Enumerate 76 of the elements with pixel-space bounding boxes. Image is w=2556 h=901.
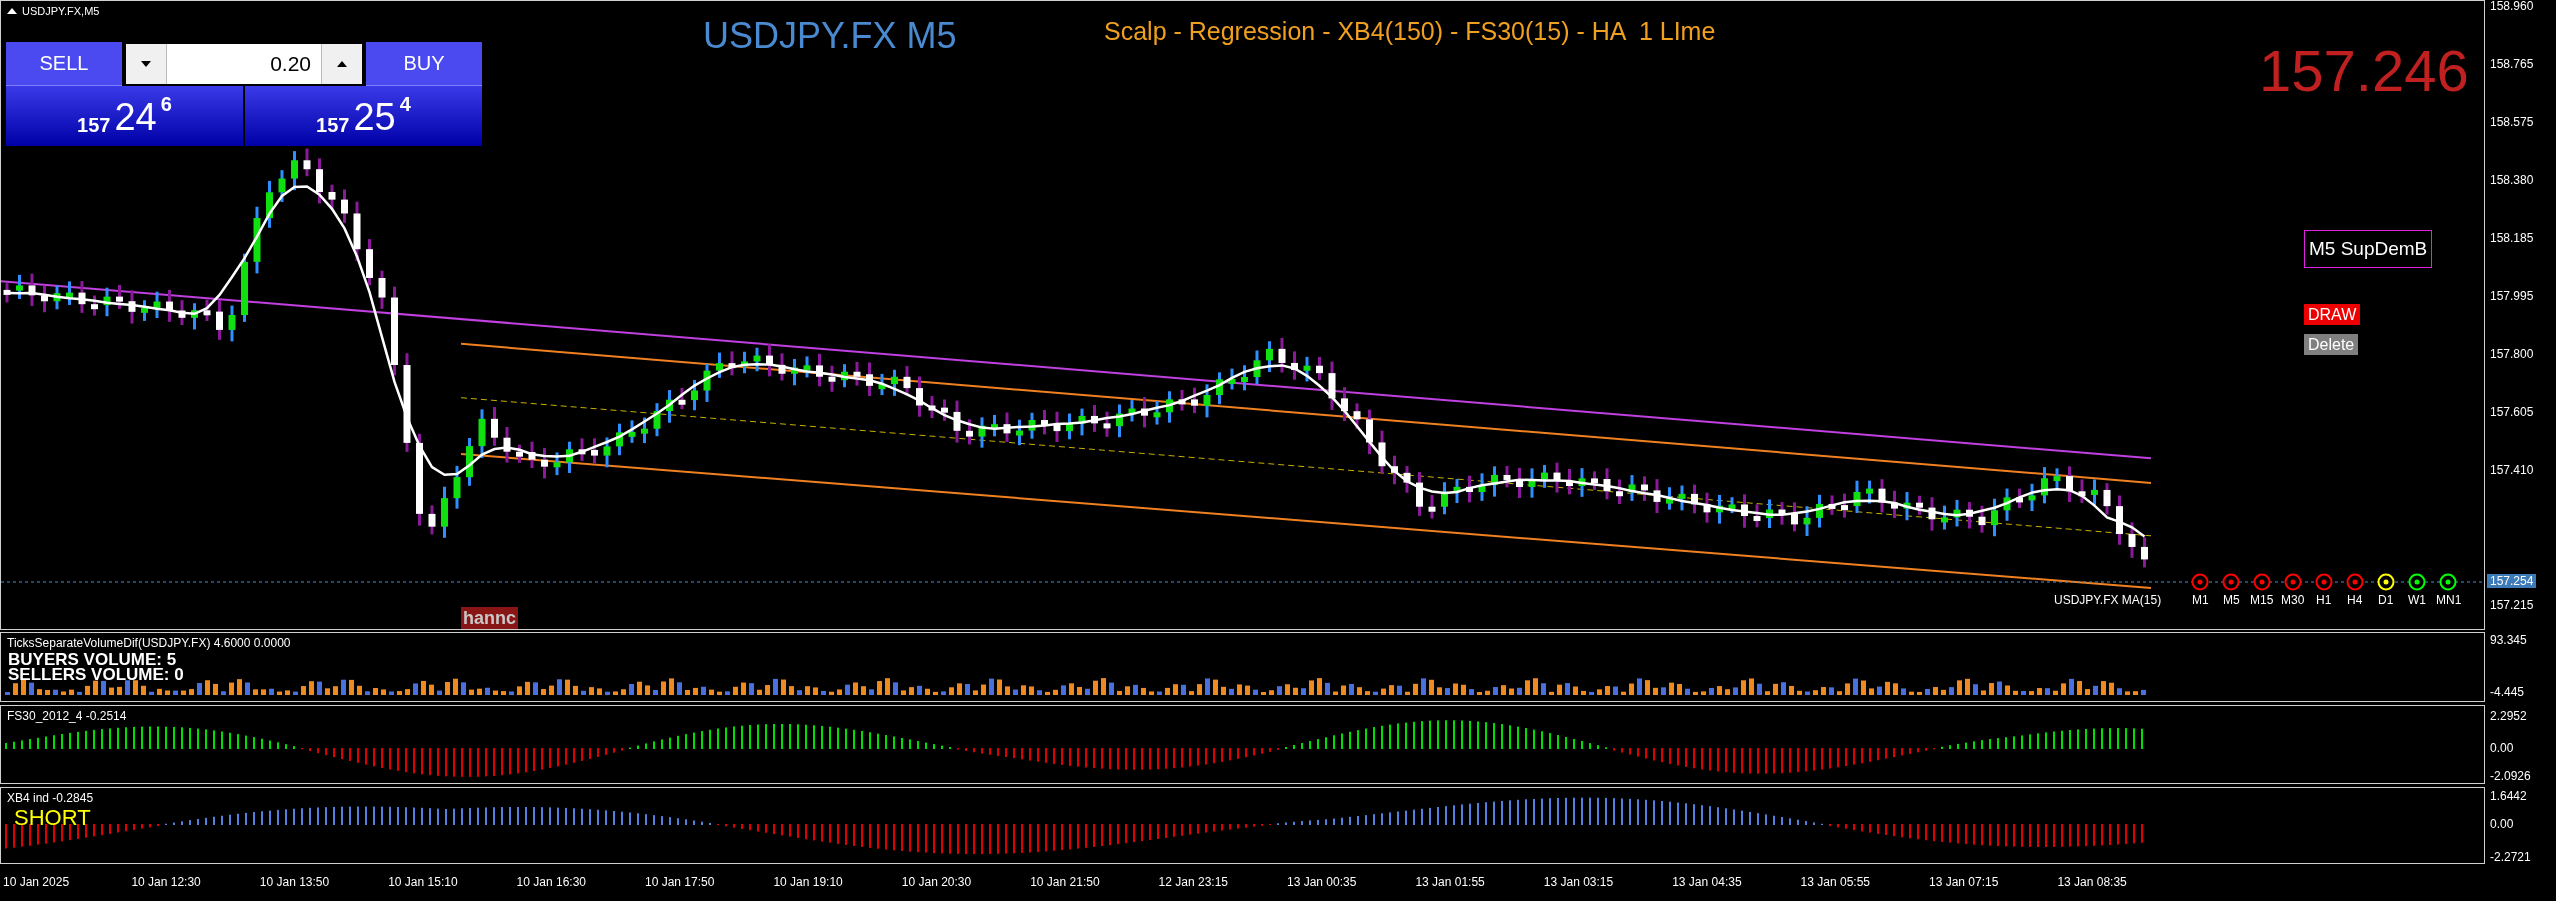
value-label: 0.00	[2490, 817, 2514, 831]
time-label: 10 Jan 21:50	[1030, 875, 1100, 889]
object-button[interactable]: Delete	[2304, 334, 2359, 355]
time-label: 13 Jan 05:55	[1800, 875, 1870, 889]
value-label: -2.2721	[2490, 850, 2531, 864]
price-label: 157.800	[2490, 347, 2534, 361]
symbol-title: USDJPY.FX M5	[703, 15, 957, 57]
price-label: 157.410	[2490, 463, 2534, 477]
time-label: 10 Jan 19:10	[773, 875, 843, 889]
value-label: 0.00	[2490, 741, 2514, 755]
status-indicator-icon	[2191, 573, 2209, 591]
price-label: 158.765	[2490, 57, 2534, 71]
time-label: 12 Jan 23:15	[1158, 875, 1228, 889]
price-label: 158.575	[2490, 115, 2534, 129]
bid-price-button[interactable]: 157 24$^{6}$	[6, 86, 243, 146]
status-indicator-icon	[2222, 573, 2240, 591]
value-label: -2.0926	[2490, 769, 2531, 783]
buy-button[interactable]: BUY	[366, 42, 482, 86]
sellers-volume: SELLERS VOLUME: 0	[8, 667, 184, 683]
time-label: 10 Jan 16:30	[516, 875, 586, 889]
status-indicator-icon	[2315, 573, 2333, 591]
time-label: 10 Jan 13:50	[259, 875, 330, 889]
timeframe-label: M15	[2250, 593, 2274, 607]
status-indicator-icon	[2253, 573, 2271, 591]
price-label: 158.185	[2490, 231, 2534, 245]
time-label: 10 Jan 15:10	[388, 875, 458, 889]
time-label: 10 Jan 20:30	[901, 875, 972, 889]
time-label: 10 Jan 12:30	[131, 875, 201, 889]
strategy-label: Scalp - Regression - XB4(150) - FS30(15) - HA 1 LIme	[1104, 17, 1716, 46]
lot-size-field[interactable]: 0.20	[124, 42, 364, 86]
timeframe-label: H4	[2347, 593, 2363, 607]
status-indicator-icon	[2439, 573, 2457, 591]
time-label: 10 Jan 2025	[3, 875, 70, 889]
indicator-title: FS30_2012_4 -0.2514	[7, 709, 127, 723]
status-indicator-icon	[2377, 573, 2395, 591]
time-label: 13 Jan 04:35	[1672, 875, 1742, 889]
value-label: 2.2952	[2490, 709, 2527, 723]
status-indicator-icon	[2284, 573, 2302, 591]
indicator-title: XB4 ind -0.2845	[7, 791, 94, 805]
price-label: 158.960	[2490, 0, 2534, 13]
buyers-volume: BUYERS VOLUME: 5	[8, 652, 177, 668]
timeframe-label: MN1	[2436, 593, 2462, 607]
time-label: 13 Jan 08:35	[2057, 875, 2127, 889]
price-label: 157.605	[2490, 405, 2534, 419]
timeframe-label: M1	[2192, 593, 2209, 607]
timeframe-label: M30	[2281, 593, 2305, 607]
decrease-icon[interactable]	[126, 44, 167, 84]
time-label: 13 Jan 00:35	[1287, 875, 1357, 889]
time-label: 13 Jan 01:55	[1415, 875, 1485, 889]
timeframe-label: D1	[2378, 593, 2394, 607]
value-label: 93.345	[2490, 633, 2527, 647]
current-price-label: 157.254	[2487, 574, 2537, 588]
timeframe-label: M5	[2223, 593, 2240, 607]
ma-label: USDJPY.FX MA(15)	[2054, 593, 2162, 607]
ask-price-button[interactable]: 157 25$^{4}$	[245, 86, 482, 146]
status-indicator-icon	[2408, 573, 2426, 591]
sell-button[interactable]: SELL	[6, 42, 122, 86]
last-price: 157.246	[2259, 37, 2469, 104]
timeframe-label: W1	[2408, 593, 2426, 607]
price-label: 158.380	[2490, 173, 2534, 187]
time-label: 13 Jan 07:15	[1929, 875, 1999, 889]
object-button[interactable]: DRAW	[2304, 304, 2361, 325]
value-label: -4.445	[2490, 685, 2525, 699]
status-indicator-icon	[2346, 573, 2364, 591]
supdem-label: M5 SupDemB	[2304, 230, 2433, 268]
signal-label: SHORT	[14, 805, 91, 831]
time-label: 13 Jan 03:15	[1543, 875, 1614, 889]
time-label: 10 Jan 17:50	[645, 875, 715, 889]
value-label: 1.6442	[2490, 789, 2527, 803]
price-label: 157.215	[2490, 598, 2534, 612]
object-label: hannc	[461, 607, 518, 629]
increase-icon[interactable]	[321, 44, 362, 84]
price-label: 157.995	[2490, 289, 2534, 303]
indicator-title: TicksSeparateVolumeDif(USDJPY.FX) 4.6000 0.0000	[7, 636, 291, 650]
chart-title: USDJPY.FX,M5	[7, 5, 100, 17]
timeframe-label: H1	[2316, 593, 2332, 607]
